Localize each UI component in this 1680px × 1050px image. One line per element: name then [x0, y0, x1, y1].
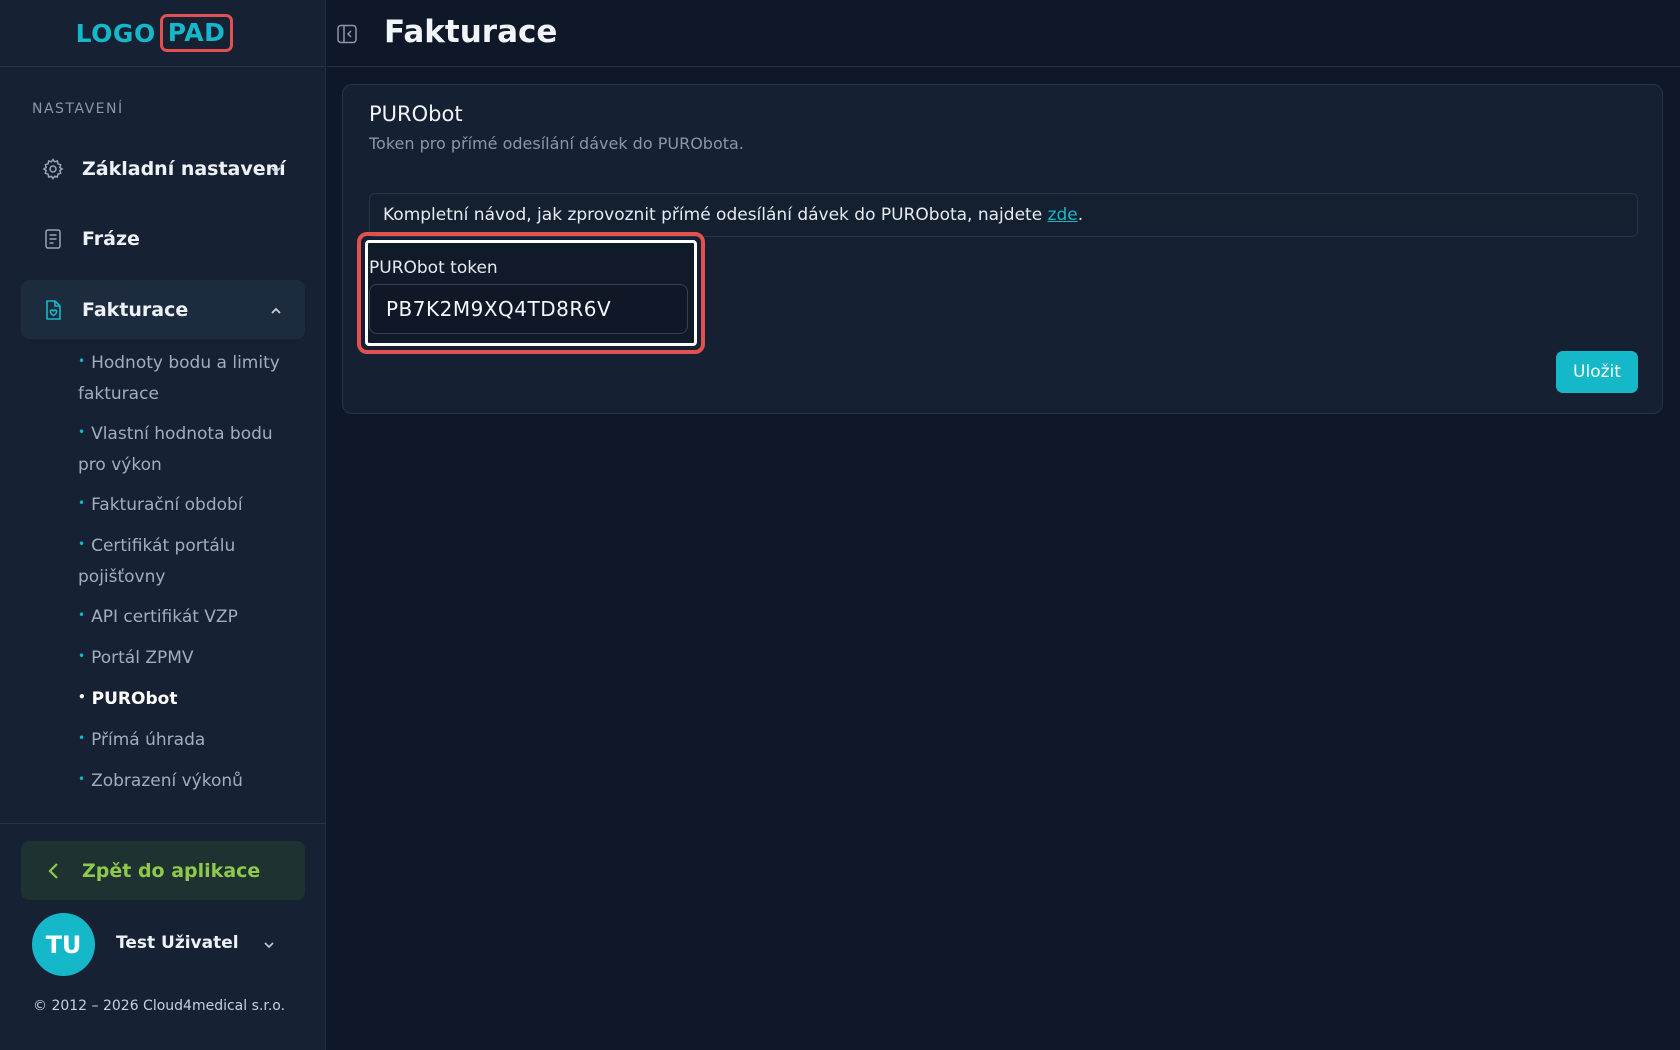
sidebar-sub-list: • Hodnoty bodu a limity fakturace • Vlastn… — [78, 348, 303, 807]
guide-link[interactable]: zde — [1048, 205, 1078, 225]
sidebar-item-label: Základní nastavení — [82, 157, 286, 180]
save-button[interactable]: Uložit — [1556, 351, 1638, 393]
sidebar-subitem-prima-uhrada[interactable]: • Přímá úhrada — [78, 725, 303, 756]
card-subtitle: Token pro přímé odesílání dávek do PUROb… — [369, 134, 744, 153]
sidebar-subitem-label: Portál ZPMV — [91, 648, 194, 668]
sidebar-subitem-hodnoty-bodu[interactable]: • Hodnoty bodu a limity fakturace — [78, 348, 303, 409]
logo-text-a: LOGO — [75, 18, 156, 48]
token-label: PURObot token — [369, 258, 498, 278]
sidebar-subitem-fakturacni-obdobi[interactable]: • Fakturační období — [78, 490, 303, 521]
document-icon — [41, 227, 65, 251]
chevron-down-icon — [262, 937, 276, 951]
sidebar-subitem-certifikat-portalu[interactable]: • Certifikát portálu pojišťovny — [78, 531, 303, 592]
sidebar-item-label: Fakturace — [82, 298, 189, 321]
info-text-end: . — [1077, 205, 1084, 225]
sidebar-item-label: Fráze — [82, 227, 140, 250]
info-text: Kompletní návod, jak zprovoznit přímé od… — [383, 205, 1048, 225]
sidebar-subitem-purobot[interactable]: • PURObot — [78, 684, 303, 715]
sidebar-divider — [0, 823, 326, 824]
sidebar-subitem-label: Přímá úhrada — [91, 730, 206, 750]
gear-icon — [41, 157, 65, 181]
page-title: Fakturace — [384, 14, 558, 50]
sidebar-item-fraze[interactable]: Fráze — [21, 209, 305, 268]
sidebar-subitem-vlastni-hodnota[interactable]: • Vlastní hodnota bodu pro výkon — [78, 419, 303, 480]
sidebar-subitem-label: Certifikát portálu pojišťovny — [78, 536, 236, 587]
sidebar-subitem-label: API certifikát VZP — [91, 607, 238, 627]
logo-area: LOGO PAD — [0, 0, 325, 67]
sidebar: LOGO PAD NASTAVENÍ Základní nastavení Fr… — [0, 0, 326, 1050]
user-menu[interactable]: TU Test Uživatel — [32, 913, 288, 976]
sidebar-subitem-portal-zpmv[interactable]: • Portál ZPMV — [78, 643, 303, 674]
sidebar-subitem-label: PURObot — [91, 689, 178, 709]
bullet-dot: • — [78, 649, 86, 663]
sidebar-subitem-label: Zobrazení výkonů — [91, 771, 243, 791]
logo-text-b: PAD — [159, 14, 234, 52]
bullet-dot: • — [78, 425, 86, 439]
card-title: PURObot — [369, 102, 463, 126]
chevron-up-icon — [269, 303, 283, 317]
sidebar-item-fakturace[interactable]: Fakturace — [21, 280, 305, 339]
avatar: TU — [32, 913, 95, 976]
bullet-dot: • — [78, 354, 86, 368]
chevron-down-icon — [269, 162, 283, 176]
back-to-app-label: Zpět do aplikace — [82, 859, 261, 882]
sidebar-subitem-label: Fakturační období — [91, 495, 243, 515]
bullet-dot: • — [78, 537, 86, 551]
bullet-dot: • — [78, 690, 86, 704]
sidebar-subitem-label: Vlastní hodnota bodu pro výkon — [78, 424, 273, 475]
sidebar-subitem-zobrazeni-vykonu[interactable]: • Zobrazení výkonů — [78, 766, 303, 797]
section-label: NASTAVENÍ — [32, 101, 124, 117]
copyright: © 2012 – 2026 Cloud4medical s.r.o. — [33, 998, 286, 1014]
back-to-app-button[interactable]: Zpět do aplikace — [21, 841, 305, 900]
info-box: Kompletní návod, jak zprovoznit přímé od… — [369, 193, 1638, 237]
logo[interactable]: LOGO PAD — [76, 14, 234, 52]
bullet-dot: • — [78, 496, 86, 510]
sidebar-item-zakladni-nastaveni[interactable]: Základní nastavení — [21, 139, 305, 198]
bullet-dot: • — [78, 772, 86, 786]
bullet-dot: • — [78, 608, 86, 622]
topbar: Fakturace — [327, 0, 1680, 67]
sidebar-collapse-icon[interactable] — [336, 23, 358, 45]
sidebar-subitem-label: Hodnoty bodu a limity fakturace — [78, 353, 280, 404]
bullet-dot: • — [78, 731, 86, 745]
token-input[interactable] — [369, 284, 688, 334]
purobot-card: PURObot Token pro přímé odesílání dávek … — [342, 84, 1663, 414]
invoice-icon — [41, 298, 65, 322]
chevron-left-icon — [43, 860, 65, 882]
sidebar-subitem-api-certifikat[interactable]: • API certifikát VZP — [78, 602, 303, 633]
user-name: Test Uživatel — [116, 933, 239, 953]
